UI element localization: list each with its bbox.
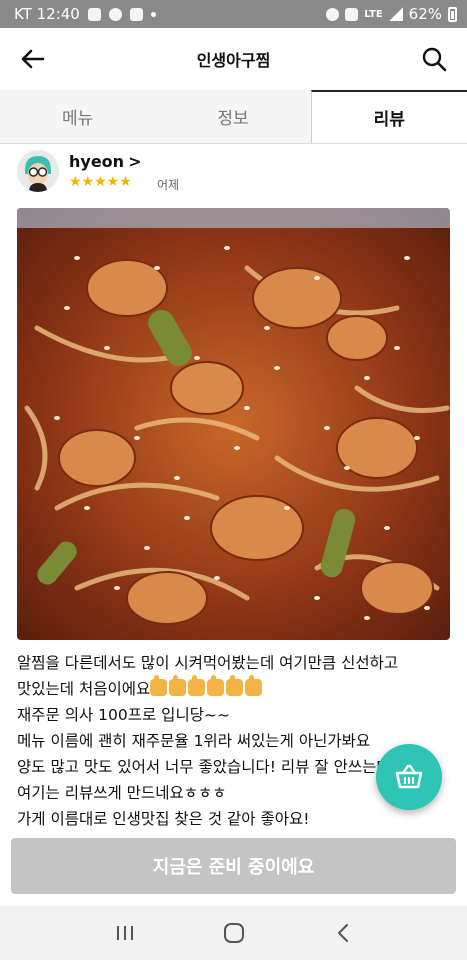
back-icon — [337, 924, 348, 942]
search-icon[interactable] — [419, 44, 449, 74]
notification-icon — [108, 7, 122, 21]
notification-icon — [87, 7, 101, 21]
battery-percent: 62% — [408, 5, 442, 23]
alarm-icon — [326, 7, 340, 21]
network-label: LTE — [364, 8, 383, 20]
recent-apps-button[interactable] — [105, 913, 145, 953]
mail-icon — [129, 7, 143, 21]
review-date: 어제 — [157, 178, 180, 192]
review-line: 알찜을 다른데서도 많이 시켜먹어봤는데 여기만큼 신선하고 — [17, 654, 399, 672]
order-button[interactable]: 지금은 준비 중이에요 — [11, 838, 456, 894]
carrier-time: KT 12:40 — [14, 5, 80, 23]
thumbs-up-icons — [150, 675, 264, 698]
signal-icon — [388, 7, 403, 21]
battery-icon — [448, 6, 457, 22]
basket-icon — [395, 764, 423, 789]
tab-bar: 메뉴 정보 리뷰 — [0, 90, 467, 144]
back-button[interactable] — [323, 913, 363, 953]
review-line-with-emoji: 맛있는데 처음이에요 — [17, 675, 457, 702]
thumbs-up-icon — [245, 675, 263, 696]
chevron-right-icon: > — [128, 152, 142, 171]
thumbs-up-icon — [207, 675, 225, 696]
system-nav-bar — [0, 906, 467, 960]
thumbs-up-icon — [150, 675, 168, 696]
more-notifications-icon — [150, 11, 156, 17]
arrow-left-icon[interactable] — [18, 44, 48, 74]
recent-apps-icon — [116, 926, 133, 940]
thumbs-up-icon — [188, 675, 206, 696]
review-photo[interactable] — [17, 208, 450, 640]
status-bar: KT 12:40 LTE 62% — [0, 0, 467, 28]
thumbs-up-icon — [169, 675, 187, 696]
review-line: 맛있는데 처음이에요 — [17, 680, 151, 698]
tab-menu[interactable]: 메뉴 — [0, 90, 155, 143]
reviewer-name[interactable]: hyeon > — [69, 152, 141, 171]
review-header: hyeon > ★★★★★ 어제 — [17, 150, 457, 198]
mute-icon — [345, 7, 359, 21]
home-button[interactable] — [214, 913, 254, 953]
reviewer-username: hyeon — [69, 152, 125, 171]
cart-button[interactable] — [376, 744, 442, 810]
thumbs-up-icon — [226, 675, 244, 696]
app-bar: 인생아구찜 — [0, 28, 467, 90]
tab-info[interactable]: 정보 — [155, 90, 310, 143]
tab-reviews[interactable]: 리뷰 — [310, 90, 467, 143]
review-line: 재주문 의사 100프로 입니당~~ — [17, 706, 230, 724]
home-icon — [223, 923, 244, 943]
page-title: 인생아구찜 — [196, 51, 271, 70]
food-image — [17, 208, 450, 640]
star-rating: ★★★★★ — [69, 174, 132, 190]
avatar[interactable] — [17, 150, 59, 192]
